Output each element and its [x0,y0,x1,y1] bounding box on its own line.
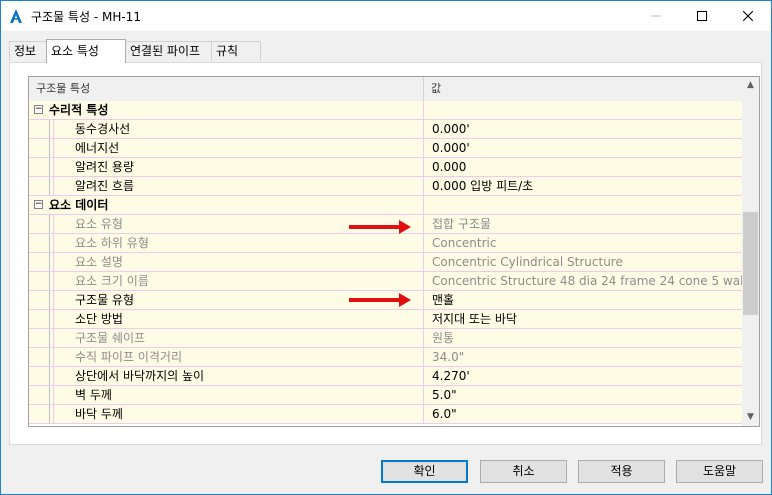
property-value[interactable]: 6.0" [424,405,742,424]
tab-connected-pipes[interactable]: 연결된 파이프 [125,41,212,61]
minimize-button[interactable] [633,1,679,31]
property-label: 에너지선 [75,141,120,155]
property-grid: 구조물 특성 값 − 수리적 특성 동수경사선 0.000' 에너지선 0.000… [28,76,760,427]
property-value: Concentric Cylindrical Structure [424,253,742,272]
ok-button[interactable]: 확인 [381,460,468,483]
property-label: 요소 하위 유형 [75,236,149,250]
property-row[interactable]: 벽 두께 5.0" [29,386,742,405]
maximize-icon [697,11,707,21]
scrollbar-thumb[interactable] [743,212,758,315]
property-value: 접합 구조물 [424,215,742,234]
annotation-arrow-icon [349,293,411,307]
property-value[interactable]: 5.0" [424,386,742,405]
title-bar: 구조물 특성 - MH-11 [1,1,771,31]
property-label: 알려진 흐름 [75,179,135,193]
tab-rules[interactable]: 규칙 [211,41,261,61]
vertical-scrollbar[interactable]: ▲ ▼ [742,77,759,426]
property-row: 구조물 쉐이프 원통 [29,329,742,348]
scroll-down-icon[interactable]: ▼ [742,409,759,426]
group-row-element-data[interactable]: − 요소 데이터 [29,196,742,215]
tab-element-properties[interactable]: 요소 특성 [46,39,126,63]
property-label: 요소 유형 [75,217,123,231]
property-label: 요소 설명 [75,255,123,269]
structure-properties-dialog: 구조물 특성 - MH-11 정보 요소 특성 연결된 파이프 규칙 구조물 특… [0,0,772,495]
property-label: 수직 파이프 이격거리 [75,350,182,364]
property-row[interactable]: 알려진 흐름 0.000 입방 피트/초 [29,177,742,196]
close-button[interactable] [725,1,771,31]
close-icon [743,11,753,21]
group-value [424,101,742,120]
property-value[interactable]: 저지대 또는 바닥 [424,310,742,329]
property-row[interactable]: 동수경사선 0.000' [29,120,742,139]
maximize-button[interactable] [679,1,725,31]
property-row: 요소 설명 Concentric Cylindrical Structure [29,253,742,272]
property-row[interactable]: 알려진 용량 0.000 [29,158,742,177]
app-logo-icon [10,9,22,23]
property-row[interactable]: 바닥 두께 6.0" [29,405,742,424]
property-value: Concentric Structure 48 dia 24 frame 24 … [424,272,742,291]
property-label: 벽 두께 [75,388,112,402]
tab-info[interactable]: 정보 [9,41,47,61]
property-value[interactable]: 0.000 [424,158,742,177]
grid-rows: − 수리적 특성 동수경사선 0.000' 에너지선 0.000' 알려진 용량 … [29,101,742,424]
property-label: 알려진 용량 [75,160,135,174]
property-label: 소단 방법 [75,312,123,326]
property-value: 원통 [424,329,742,348]
property-value[interactable]: 맨홀 [424,291,742,310]
window-title: 구조물 특성 - MH-11 [31,10,141,24]
property-value: 34.0" [424,348,742,367]
collapse-toggle-icon[interactable]: − [34,105,43,114]
property-row[interactable]: 에너지선 0.000' [29,139,742,158]
group-label: 요소 데이터 [49,198,109,212]
property-label: 구조물 유형 [75,293,135,307]
apply-button[interactable]: 적용 [578,460,665,483]
property-label: 상단에서 바닥까지의 높이 [75,369,205,383]
column-header-name[interactable]: 구조물 특성 [29,77,424,101]
property-label: 구조물 쉐이프 [75,331,146,345]
collapse-toggle-icon[interactable]: − [34,200,43,209]
help-button[interactable]: 도움말 [676,460,763,483]
property-label: 동수경사선 [75,122,131,136]
property-row: 요소 크기 이름 Concentric Structure 48 dia 24 … [29,272,742,291]
column-header-value[interactable]: 값 [424,77,742,101]
property-row: 수직 파이프 이격거리 34.0" [29,348,742,367]
property-row[interactable]: 상단에서 바닥까지의 높이 4.270' [29,367,742,386]
group-row-hydraulic[interactable]: − 수리적 특성 [29,101,742,120]
property-label: 요소 크기 이름 [75,274,149,288]
property-value[interactable]: 0.000 입방 피트/초 [424,177,742,196]
property-row[interactable]: 소단 방법 저지대 또는 바닥 [29,310,742,329]
minimize-icon [651,15,661,17]
annotation-arrow-icon [349,220,411,234]
group-label: 수리적 특성 [49,103,109,117]
property-row: 요소 하위 유형 Concentric [29,234,742,253]
group-value [424,196,742,215]
property-label: 바닥 두께 [75,407,123,421]
scroll-up-icon[interactable]: ▲ [742,77,759,94]
cancel-button[interactable]: 취소 [480,460,567,483]
grid-header: 구조물 특성 값 [29,77,742,102]
property-value: Concentric [424,234,742,253]
property-value[interactable]: 0.000' [424,139,742,158]
property-value[interactable]: 4.270' [424,367,742,386]
property-value[interactable]: 0.000' [424,120,742,139]
